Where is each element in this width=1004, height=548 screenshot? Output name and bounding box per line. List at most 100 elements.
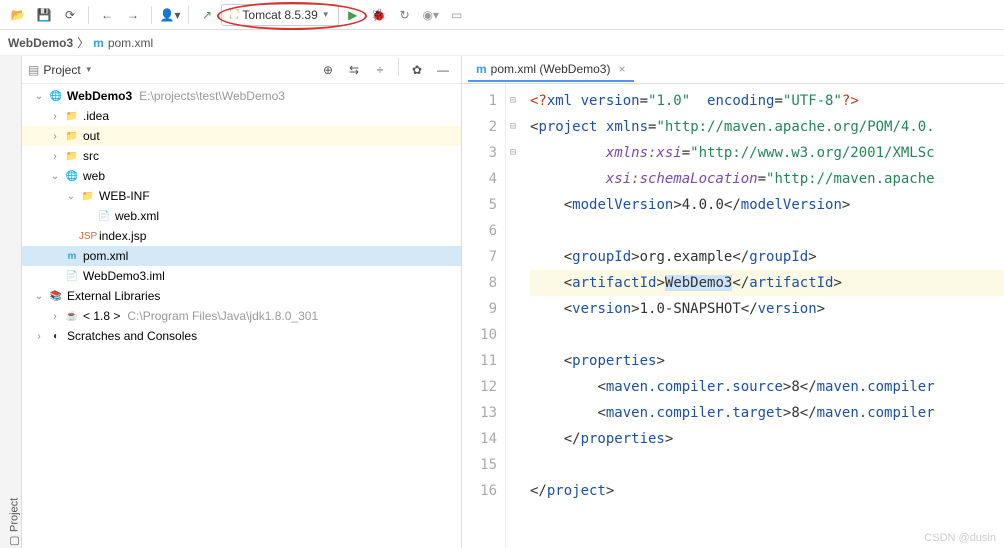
- tree-label: src: [83, 149, 99, 163]
- tree-item[interactable]: ›📁out: [22, 126, 461, 146]
- tree-label: .idea: [83, 109, 109, 123]
- separator: [88, 6, 89, 24]
- project-tab-label: Project: [9, 498, 21, 532]
- back-icon[interactable]: ←: [95, 3, 119, 27]
- tree-item[interactable]: ›📁src: [22, 146, 461, 166]
- file-m-icon: m: [64, 248, 80, 264]
- editor-body: 12345678910111213141516 ⊟⊟⊟ <?xml versio…: [462, 84, 1004, 548]
- tree-item[interactable]: ›JSPindex.jsp: [22, 226, 461, 246]
- folder-out-icon: 📁: [64, 128, 80, 144]
- jdk-icon: ☕: [64, 308, 80, 324]
- code-area[interactable]: <?xml version="1.0" encoding="UTF-8"?><p…: [520, 84, 1004, 548]
- tree-label: < 1.8 >: [83, 309, 120, 323]
- file-jsp-icon: JSP: [80, 228, 96, 244]
- breadcrumb-project[interactable]: WebDemo3: [8, 36, 73, 50]
- file-xml-icon: 📄: [96, 208, 112, 224]
- project-icon: ▤: [28, 63, 39, 77]
- scratch-icon: ◐: [48, 328, 64, 344]
- file-generic-icon: 📄: [64, 268, 80, 284]
- target-icon[interactable]: ⊕: [316, 58, 340, 82]
- forward-icon[interactable]: →: [121, 3, 145, 27]
- m-icon: m: [476, 62, 487, 76]
- project-icon: ▢: [8, 535, 21, 548]
- tree-item[interactable]: ›📄WebDemo3.iml: [22, 266, 461, 286]
- pane-title-label: Project: [43, 63, 80, 77]
- tree-label: web: [83, 169, 105, 183]
- tomcat-icon: ⛶: [230, 7, 238, 22]
- tree-label: WebDemo3: [67, 89, 132, 103]
- project-pane-header: ▤ Project ▼ ⊕ ⇆ ÷ ✿ —: [22, 56, 461, 84]
- expand-arrow-icon[interactable]: ›: [49, 311, 61, 322]
- tree-path: E:\projects\test\WebDemo3: [139, 89, 285, 103]
- folder-icon: 📁: [64, 148, 80, 164]
- tree-item[interactable]: ⌄📚External Libraries: [22, 286, 461, 306]
- expand-arrow-icon[interactable]: ⌄: [65, 191, 77, 202]
- expand-arrow-icon[interactable]: ›: [49, 151, 61, 162]
- tree-item[interactable]: ›📄web.xml: [22, 206, 461, 226]
- project-pane: ▤ Project ▼ ⊕ ⇆ ÷ ✿ — ⌄🌐WebDemo3E:\proje…: [22, 56, 462, 548]
- project-tool-tab[interactable]: ▢ Project: [0, 56, 22, 548]
- hide-icon[interactable]: —: [431, 58, 455, 82]
- expand-icon[interactable]: ⇆: [342, 58, 366, 82]
- m-icon: m: [93, 36, 104, 50]
- line-gutter: 12345678910111213141516: [462, 84, 506, 548]
- expand-arrow-icon[interactable]: ⌄: [49, 171, 61, 182]
- collapse-icon[interactable]: ÷: [368, 58, 392, 82]
- expand-arrow-icon[interactable]: ⌄: [33, 291, 45, 302]
- tree-label: External Libraries: [67, 289, 160, 303]
- folder-web-icon: 🌐: [48, 88, 64, 104]
- chevron-down-icon: ▼: [322, 10, 330, 19]
- project-tree[interactable]: ⌄🌐WebDemo3E:\projects\test\WebDemo3›📁.id…: [22, 84, 461, 548]
- expand-arrow-icon[interactable]: ⌄: [33, 91, 45, 102]
- open-icon[interactable]: 📂: [6, 3, 30, 27]
- expand-arrow-icon[interactable]: ›: [49, 131, 61, 142]
- user-icon[interactable]: 👤▾: [158, 3, 182, 27]
- expand-arrow-icon[interactable]: ›: [33, 331, 45, 342]
- separator: [151, 6, 152, 24]
- tree-label: out: [83, 129, 100, 143]
- run-config-dropdown[interactable]: ⛶ Tomcat 8.5.39 ▼: [221, 4, 339, 26]
- folder-gray-icon: 📁: [80, 188, 96, 204]
- refresh-icon[interactable]: ⟳: [58, 3, 82, 27]
- breadcrumb: WebDemo3 〉 m pom.xml: [0, 30, 1004, 56]
- tree-item[interactable]: ›📁.idea: [22, 106, 461, 126]
- chevron-right-icon: 〉: [77, 34, 89, 51]
- lib-icon: 📚: [48, 288, 64, 304]
- rerun-icon[interactable]: ↻: [393, 3, 417, 27]
- run-icon[interactable]: ▶: [341, 3, 365, 27]
- tree-label: WEB-INF: [99, 189, 150, 203]
- save-icon[interactable]: 💾: [32, 3, 56, 27]
- tree-item[interactable]: ⌄🌐web: [22, 166, 461, 186]
- hammer-icon[interactable]: ↗: [195, 3, 219, 27]
- tree-item[interactable]: ⌄📁WEB-INF: [22, 186, 461, 206]
- close-icon[interactable]: ×: [618, 62, 625, 76]
- content-area: ▢ Project ▤ Project ▼ ⊕ ⇆ ÷ ✿ — ⌄🌐WebDem…: [0, 56, 1004, 548]
- gear-icon[interactable]: ✿: [405, 58, 429, 82]
- editor-pane: m pom.xml (WebDemo3) × 12345678910111213…: [462, 56, 1004, 548]
- editor-tab-pom[interactable]: m pom.xml (WebDemo3) ×: [468, 58, 634, 82]
- folder-gray-icon: 📁: [64, 108, 80, 124]
- editor-tab-label: pom.xml (WebDemo3): [491, 62, 611, 76]
- separator: [188, 6, 189, 24]
- run-config-label: Tomcat 8.5.39: [242, 8, 317, 22]
- tree-label: web.xml: [115, 209, 159, 223]
- stop-dropdown-icon[interactable]: ◉▾: [419, 3, 443, 27]
- debug-icon[interactable]: 🐞: [367, 3, 391, 27]
- profiler-icon[interactable]: ▭: [445, 3, 469, 27]
- pane-toolbar: ⊕ ⇆ ÷ ✿ —: [316, 58, 455, 82]
- folder-web-icon: 🌐: [64, 168, 80, 184]
- tree-item[interactable]: ›◐Scratches and Consoles: [22, 326, 461, 346]
- breadcrumb-file[interactable]: pom.xml: [108, 36, 153, 50]
- tree-item[interactable]: ›☕< 1.8 >C:\Program Files\Java\jdk1.8.0_…: [22, 306, 461, 326]
- tree-item[interactable]: ›mpom.xml: [22, 246, 461, 266]
- fold-column[interactable]: ⊟⊟⊟: [506, 84, 520, 548]
- tree-item[interactable]: ⌄🌐WebDemo3 E:\projects\test\WebDemo3: [22, 86, 461, 106]
- expand-arrow-icon[interactable]: ›: [49, 111, 61, 122]
- main-toolbar: 📂 💾 ⟳ ← → 👤▾ ↗ ⛶ Tomcat 8.5.39 ▼ ▶ 🐞 ↻ ◉…: [0, 0, 1004, 30]
- tree-label: WebDemo3.iml: [83, 269, 165, 283]
- tree-label: Scratches and Consoles: [67, 329, 197, 343]
- chevron-down-icon: ▼: [85, 65, 93, 74]
- tree-label: pom.xml: [83, 249, 128, 263]
- watermark: CSDN @dusin: [924, 532, 996, 544]
- project-view-selector[interactable]: ▤ Project ▼: [28, 63, 93, 77]
